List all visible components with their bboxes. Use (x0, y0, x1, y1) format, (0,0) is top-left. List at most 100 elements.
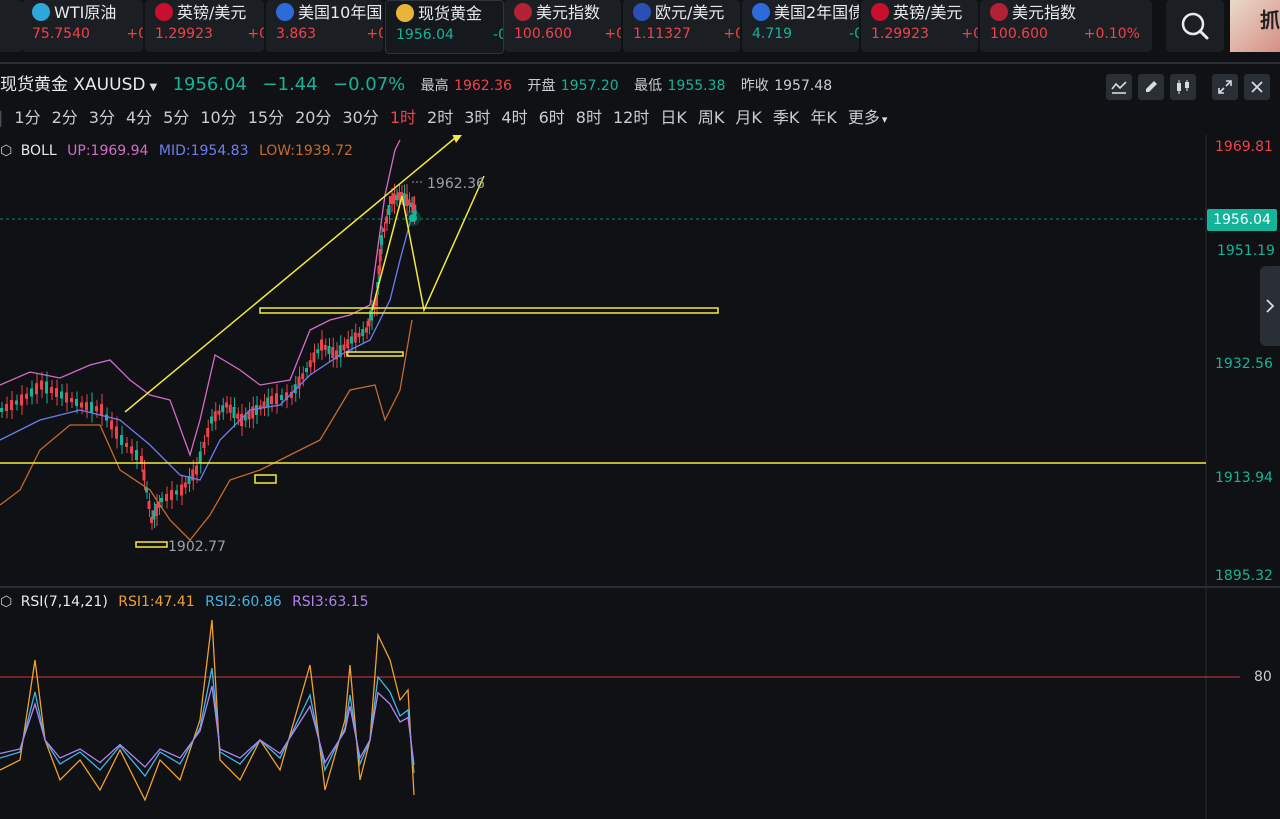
support-box-1 (346, 351, 404, 357)
uk-flag-icon (155, 3, 173, 21)
candle-body (160, 498, 163, 502)
ticker-bar: WTI原油 75.7540 +0 英镑/美元 1.29923 +0 美国10年国 3.863 +… (0, 0, 1280, 62)
candle-body (228, 404, 232, 413)
period-selector: | 1分 2分 3分 4分 5分 10分 15分 20分 30分 1时 2时 3时 4时 6时 8时 12时 日K… (0, 104, 888, 128)
ticker-price: 1956.04 (396, 27, 454, 43)
ticker-card[interactable]: 美国2年国债 4.719 -0 (742, 0, 859, 52)
period-option[interactable]: 更多 (848, 104, 880, 128)
ticker-card[interactable]: 美元指数 100.600 +0.10% (980, 0, 1152, 52)
rsi-settings-icon[interactable]: ⬡ (0, 594, 12, 610)
boll-low-band (0, 319, 413, 541)
indicator-icon (1111, 81, 1127, 94)
period-option[interactable]: 周K (698, 104, 725, 128)
ticker-change: +0 (366, 26, 383, 42)
candle-body (50, 387, 53, 393)
ticker-card[interactable]: 现货黄金 1956.04 -0 (385, 0, 504, 54)
candle-body (110, 420, 113, 430)
period-separator: | (0, 108, 4, 127)
trendline (124, 137, 456, 413)
current-price-tag: 1956.04 (1207, 209, 1277, 231)
candle-body (55, 388, 58, 397)
price-chart[interactable] (0, 135, 1280, 819)
candle-body (183, 482, 187, 488)
ticker-card[interactable]: 英镑/美元 1.29923 +0 (861, 0, 978, 52)
ticker-change: -0 (493, 27, 503, 43)
symbol-dropdown-icon[interactable]: ▼ (149, 82, 157, 93)
candle-body (232, 407, 236, 418)
search-icon (1181, 12, 1209, 40)
candle-body (80, 402, 83, 408)
candle-body (308, 360, 312, 368)
ticker-name-text: 美元指数 (1012, 3, 1077, 22)
more-dropdown-icon[interactable]: ▾ (882, 113, 888, 126)
rsi-label: RSI(7,14,21) (20, 594, 108, 610)
ticker-change: -0 (849, 26, 859, 42)
period-option[interactable]: 2时 (427, 104, 453, 128)
ticker-name: 美元指数 (514, 0, 600, 23)
header-divider (0, 62, 1280, 64)
ticker-card[interactable]: 美元指数 100.600 +0 (504, 0, 621, 52)
candle-body (195, 465, 198, 475)
chart-type-button[interactable] (1170, 74, 1196, 100)
period-option[interactable]: 季K (773, 104, 800, 128)
candle-body (353, 332, 357, 343)
candle-body (30, 388, 33, 397)
candle-body (213, 411, 217, 422)
indicator-button[interactable] (1106, 74, 1132, 100)
period-option[interactable]: 年K (810, 104, 837, 128)
period-option[interactable]: 3时 (464, 104, 490, 128)
ticker-change: +0 (723, 26, 740, 42)
rsi3-value: RSI3:63.15 (292, 594, 369, 610)
ticker-card[interactable]: WTI原油 75.7540 +0 (22, 0, 143, 52)
candle-body (305, 368, 308, 372)
candle-body (377, 265, 381, 275)
period-option[interactable]: 1时 (390, 104, 416, 128)
candle-body (350, 336, 353, 344)
candle-body (20, 394, 23, 406)
period-option[interactable]: 8时 (576, 104, 602, 128)
ticker-card[interactable]: 欧元/美元 1.11327 +0 (623, 0, 740, 52)
ticker-card[interactable]: 英镑/美元 1.29923 +0 (145, 0, 264, 52)
ticker-scroll-left[interactable] (0, 0, 22, 52)
close-button[interactable] (1244, 74, 1270, 100)
candle-body (175, 490, 178, 495)
period-option[interactable]: 3分 (89, 104, 115, 128)
period-option[interactable]: 10分 (200, 104, 236, 128)
period-option[interactable]: 30分 (342, 104, 378, 128)
candle-body (266, 397, 270, 408)
expand-panel-button[interactable] (1260, 266, 1280, 346)
ticker-price: 3.863 (276, 26, 317, 42)
price-change-pct: −0.07% (332, 74, 406, 95)
candle-body (15, 400, 18, 405)
candle-body (225, 402, 228, 408)
chevron-right-icon (1266, 299, 1275, 313)
ticker-name: 美国10年国 (276, 0, 382, 23)
ticker-name: 英镑/美元 (871, 0, 962, 23)
draw-button[interactable] (1138, 74, 1164, 100)
promo-thumbnail[interactable]: 抓 (1230, 0, 1280, 52)
period-option[interactable]: 日K (660, 104, 687, 128)
period-option[interactable]: 15分 (248, 104, 284, 128)
period-option[interactable]: 月K (735, 104, 762, 128)
boll-settings-icon[interactable]: ⬡ (0, 143, 12, 159)
period-option[interactable]: 20分 (295, 104, 331, 128)
period-option[interactable]: 1分 (14, 104, 40, 128)
period-option[interactable]: 6时 (539, 104, 565, 128)
period-option[interactable]: 2分 (52, 104, 78, 128)
ticker-change: +0 (126, 26, 143, 42)
prev-close-value: 1957.48 (774, 78, 833, 94)
candle-body (202, 442, 206, 448)
period-option[interactable]: 4时 (501, 104, 527, 128)
search-button[interactable] (1166, 0, 1224, 52)
period-option[interactable]: 5分 (163, 104, 189, 128)
instrument-symbol[interactable]: XAUUSD (73, 75, 145, 95)
candle-body (316, 349, 320, 354)
close-icon (1251, 81, 1263, 93)
candle-body (142, 469, 146, 481)
period-option[interactable]: 12时 (613, 104, 649, 128)
ticker-card[interactable]: 美国10年国 3.863 +0 (266, 0, 383, 52)
candle-body (378, 249, 382, 261)
period-option[interactable]: 4分 (126, 104, 152, 128)
fullscreen-button[interactable] (1212, 74, 1238, 100)
candle-body (387, 205, 391, 215)
